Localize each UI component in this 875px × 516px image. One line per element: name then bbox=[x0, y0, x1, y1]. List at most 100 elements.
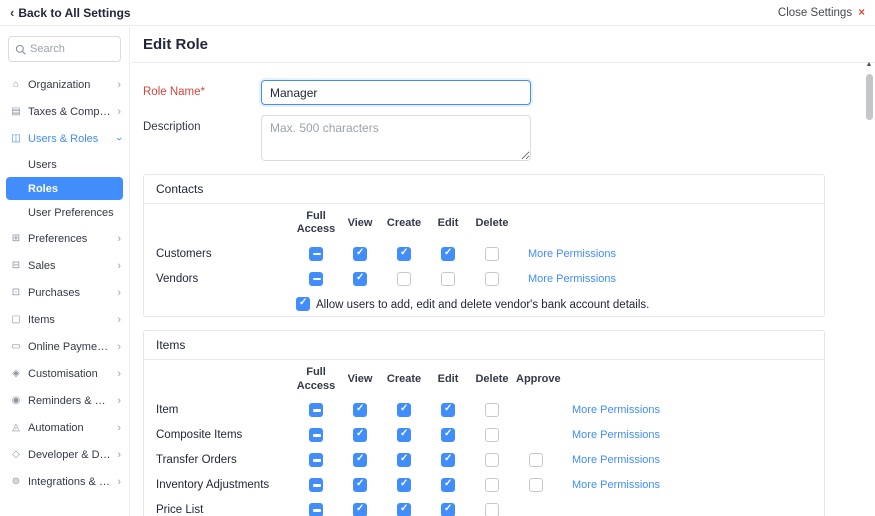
chevron-right-icon: › bbox=[117, 287, 121, 299]
composite-items-full-access-checkbox[interactable] bbox=[309, 428, 323, 442]
customers-delete-checkbox[interactable] bbox=[485, 247, 499, 261]
table-row-transfer-orders: Transfer Orders More Permissions bbox=[144, 448, 824, 473]
sidebar-item-automation[interactable]: ◬ Automation › bbox=[0, 414, 129, 441]
vendors-delete-checkbox[interactable] bbox=[485, 272, 499, 286]
vendor-bank-details-checkbox[interactable] bbox=[296, 297, 310, 311]
scrollbar-track[interactable]: ▲ bbox=[865, 74, 873, 510]
transfer-orders-view-checkbox[interactable] bbox=[353, 453, 367, 467]
create-column-header: Create bbox=[382, 204, 426, 241]
customers-full-access-checkbox[interactable] bbox=[309, 247, 323, 261]
row-label: Price List bbox=[144, 498, 294, 516]
create-column-header: Create bbox=[382, 360, 426, 397]
vendor-bank-note-row: Allow users to add, edit and delete vend… bbox=[144, 291, 824, 316]
entity-column-header bbox=[144, 204, 294, 241]
item-edit-checkbox[interactable] bbox=[441, 403, 455, 417]
items-permissions-table: Full Access View Create Edit Delete Appr… bbox=[144, 360, 824, 516]
customers-create-checkbox[interactable] bbox=[397, 247, 411, 261]
composite-items-view-checkbox[interactable] bbox=[353, 428, 367, 442]
price-list-view-checkbox[interactable] bbox=[353, 503, 367, 516]
settings-window: ‹ Back to All Settings Close Settings × … bbox=[0, 0, 875, 516]
sidebar-item-users-roles[interactable]: ◫ Users & Roles › bbox=[0, 125, 129, 152]
customers-edit-checkbox[interactable] bbox=[441, 247, 455, 261]
more-permissions-link[interactable]: More Permissions bbox=[572, 479, 660, 491]
more-permissions-link[interactable]: More Permissions bbox=[572, 429, 660, 441]
sidebar-item-reminders-notifications[interactable]: ◉ Reminders & Notific... › bbox=[0, 387, 129, 414]
chevron-right-icon: › bbox=[117, 79, 121, 91]
chevron-down-icon: › bbox=[113, 137, 125, 141]
sidebar-item-user-preferences[interactable]: User Preferences bbox=[6, 201, 123, 224]
item-delete-checkbox[interactable] bbox=[485, 403, 499, 417]
role-name-input[interactable] bbox=[261, 80, 531, 105]
customisation-icon: ◈ bbox=[10, 368, 22, 379]
back-to-settings-link[interactable]: ‹ Back to All Settings bbox=[10, 5, 131, 20]
sidebar-item-label: Taxes & Compliance bbox=[28, 106, 111, 118]
sidebar-item-label: Purchases bbox=[28, 287, 111, 299]
chevron-right-icon: › bbox=[117, 449, 121, 461]
description-label: Description bbox=[143, 115, 261, 161]
sidebar-item-customisation[interactable]: ◈ Customisation › bbox=[0, 360, 129, 387]
scrollbar-up-arrow[interactable]: ▲ bbox=[865, 61, 873, 68]
item-create-checkbox[interactable] bbox=[397, 403, 411, 417]
sidebar-item-purchases[interactable]: ⊡ Purchases › bbox=[0, 279, 129, 306]
price-list-create-checkbox[interactable] bbox=[397, 503, 411, 516]
transfer-orders-edit-checkbox[interactable] bbox=[441, 453, 455, 467]
inventory-adjustments-full-access-checkbox[interactable] bbox=[309, 478, 323, 492]
close-icon: × bbox=[858, 7, 865, 19]
sidebar-subitem-label: User Preferences bbox=[28, 207, 114, 219]
more-permissions-link[interactable]: More Permissions bbox=[572, 404, 660, 416]
more-permissions-link[interactable]: More Permissions bbox=[528, 248, 616, 260]
vendors-edit-checkbox[interactable] bbox=[441, 272, 455, 286]
transfer-orders-full-access-checkbox[interactable] bbox=[309, 453, 323, 467]
integrations-icon: ⊚ bbox=[10, 476, 22, 487]
customers-view-checkbox[interactable] bbox=[353, 247, 367, 261]
composite-items-create-checkbox[interactable] bbox=[397, 428, 411, 442]
price-list-delete-checkbox[interactable] bbox=[485, 503, 499, 516]
transfer-orders-approve-checkbox[interactable] bbox=[529, 453, 543, 467]
scrollbar-thumb[interactable] bbox=[866, 74, 873, 120]
top-bar: ‹ Back to All Settings Close Settings × bbox=[0, 0, 875, 26]
transfer-orders-create-checkbox[interactable] bbox=[397, 453, 411, 467]
sales-icon: ⊟ bbox=[10, 260, 22, 271]
organization-icon: ⌂ bbox=[10, 79, 22, 90]
sidebar-item-organization[interactable]: ⌂ Organization › bbox=[0, 71, 129, 98]
inventory-adjustments-delete-checkbox[interactable] bbox=[485, 478, 499, 492]
inventory-adjustments-edit-checkbox[interactable] bbox=[441, 478, 455, 492]
composite-items-edit-checkbox[interactable] bbox=[441, 428, 455, 442]
item-view-checkbox[interactable] bbox=[353, 403, 367, 417]
transfer-orders-delete-checkbox[interactable] bbox=[485, 453, 499, 467]
price-list-full-access-checkbox[interactable] bbox=[309, 503, 323, 516]
contacts-permissions-table: Full Access View Create Edit Delete Cust… bbox=[144, 204, 824, 316]
description-input[interactable] bbox=[261, 115, 531, 161]
inventory-adjustments-create-checkbox[interactable] bbox=[397, 478, 411, 492]
sidebar-item-developer-data[interactable]: ◇ Developer & Data › bbox=[0, 441, 129, 468]
inventory-adjustments-view-checkbox[interactable] bbox=[353, 478, 367, 492]
developer-icon: ◇ bbox=[10, 449, 22, 460]
table-row-composite-items: Composite Items More Permissions bbox=[144, 423, 824, 448]
sidebar-item-preferences[interactable]: ⊞ Preferences › bbox=[0, 225, 129, 252]
page-title: Edit Role bbox=[131, 27, 875, 63]
composite-items-delete-checkbox[interactable] bbox=[485, 428, 499, 442]
vendors-full-access-checkbox[interactable] bbox=[309, 272, 323, 286]
back-label: Back to All Settings bbox=[18, 6, 130, 20]
sidebar-item-integrations-marketplace[interactable]: ⊚ Integrations & Mark... › bbox=[0, 468, 129, 495]
vendors-view-checkbox[interactable] bbox=[353, 272, 367, 286]
sidebar-item-label: Automation bbox=[28, 422, 111, 434]
more-permissions-link[interactable]: More Permissions bbox=[572, 454, 660, 466]
sidebar-search[interactable] bbox=[8, 36, 121, 62]
view-column-header: View bbox=[338, 204, 382, 241]
sidebar-item-online-payments[interactable]: ▭ Online Payments › bbox=[0, 333, 129, 360]
inventory-adjustments-approve-checkbox[interactable] bbox=[529, 478, 543, 492]
sidebar-item-roles[interactable]: Roles bbox=[6, 177, 123, 200]
sidebar-item-sales[interactable]: ⊟ Sales › bbox=[0, 252, 129, 279]
chevron-right-icon: › bbox=[117, 368, 121, 380]
sidebar-item-users[interactable]: Users bbox=[6, 153, 123, 176]
price-list-edit-checkbox[interactable] bbox=[441, 503, 455, 516]
vendors-create-checkbox[interactable] bbox=[397, 272, 411, 286]
sidebar-item-taxes-compliance[interactable]: ▤ Taxes & Compliance › bbox=[0, 98, 129, 125]
item-full-access-checkbox[interactable] bbox=[309, 403, 323, 417]
close-settings-button[interactable]: Close Settings × bbox=[778, 7, 865, 19]
more-permissions-link[interactable]: More Permissions bbox=[528, 273, 616, 285]
sidebar-item-items[interactable]: ▢ Items › bbox=[0, 306, 129, 333]
reminders-icon: ◉ bbox=[10, 395, 22, 406]
search-input[interactable] bbox=[30, 43, 114, 55]
